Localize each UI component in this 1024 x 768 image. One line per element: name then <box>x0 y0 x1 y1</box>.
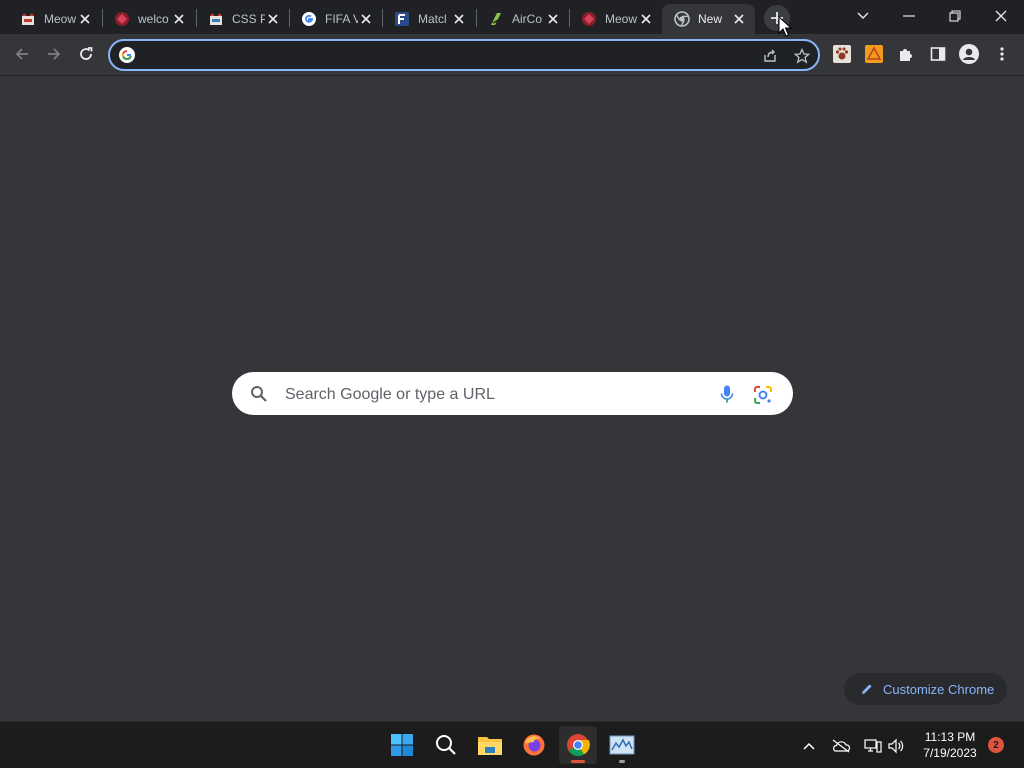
customize-chrome-button[interactable]: Customize Chrome <box>844 673 1007 705</box>
microphone-icon[interactable] <box>717 384 737 404</box>
extension-warning-icon[interactable] <box>864 44 884 64</box>
meow-favicon-icon <box>581 11 597 27</box>
chrome-favicon-icon <box>674 11 690 27</box>
onedrive-offline-icon[interactable] <box>830 735 852 757</box>
pencil-icon <box>860 682 874 696</box>
close-icon[interactable] <box>358 11 374 27</box>
running-app-indicator <box>619 760 625 763</box>
f-favicon-icon <box>394 11 410 27</box>
tab-title: CSS P <box>232 12 265 26</box>
minimize-icon <box>903 15 915 17</box>
chrome-icon[interactable] <box>559 726 597 764</box>
volume-icon[interactable] <box>885 735 907 757</box>
css-favicon-icon <box>208 11 224 27</box>
mouse-pointer-icon <box>778 15 793 38</box>
arrow-right-icon <box>46 46 62 62</box>
close-icon[interactable] <box>265 11 281 27</box>
network-icon[interactable] <box>862 735 884 757</box>
chevron-up-icon[interactable] <box>798 735 820 757</box>
extensions-puzzle-icon[interactable] <box>896 44 916 64</box>
restore-button[interactable] <box>935 2 975 30</box>
tab-title: AirCo <box>512 12 543 26</box>
customize-chrome-label: Customize Chrome <box>883 681 995 697</box>
notification-badge[interactable]: 2 <box>988 737 1004 753</box>
search-icon[interactable] <box>427 726 465 764</box>
taskbar-clock[interactable]: 11:13 PM 7/19/2023 <box>914 729 986 761</box>
close-icon[interactable] <box>731 11 747 27</box>
close-icon[interactable] <box>545 11 561 27</box>
close-icon[interactable] <box>77 11 93 27</box>
tab-title: Meow <box>605 12 638 26</box>
chevron-down-icon <box>857 12 869 20</box>
tab-meow-1[interactable]: Meow <box>8 4 101 34</box>
tab-strip: Meow welco CSS P FIFA V Matcl AirCo Meow… <box>0 0 1024 34</box>
menu-dots-icon[interactable] <box>992 44 1012 64</box>
clock-time: 11:13 PM <box>924 730 976 744</box>
extension-paw-icon[interactable] <box>832 44 852 64</box>
profile-avatar-icon[interactable] <box>959 44 979 64</box>
tab-title: Matcl <box>418 12 447 26</box>
tab-fifa[interactable]: FIFA V <box>289 4 382 34</box>
active-app-indicator <box>571 760 585 763</box>
search-input[interactable] <box>283 382 707 408</box>
tab-title: New <box>698 12 723 26</box>
side-panel-icon[interactable] <box>928 44 948 64</box>
clock-date: 7/19/2023 <box>923 746 977 760</box>
window-close-button[interactable] <box>981 2 1021 30</box>
firefox-icon[interactable] <box>515 726 553 764</box>
tab-title: FIFA V <box>325 12 358 26</box>
bookmark-star-icon[interactable] <box>792 46 812 66</box>
tab-title: Meow <box>44 12 77 26</box>
tab-welcome[interactable]: welco <box>102 4 195 34</box>
file-explorer-icon[interactable] <box>471 726 509 764</box>
taskbar: 11:13 PM 7/19/2023 2 <box>0 721 1024 768</box>
tab-airco[interactable]: AirCo <box>476 4 569 34</box>
close-icon[interactable] <box>171 11 187 27</box>
tab-search-button[interactable] <box>843 2 883 30</box>
google-favicon-icon <box>301 11 317 27</box>
toolbar <box>0 34 1024 76</box>
tab-match[interactable]: Matcl <box>382 4 475 34</box>
tab-meow-2[interactable]: Meow <box>569 4 662 34</box>
forward-button[interactable] <box>40 40 68 68</box>
restore-icon <box>949 10 961 22</box>
address-input[interactable] <box>142 44 746 68</box>
meow-favicon-icon <box>20 11 36 27</box>
address-bar[interactable] <box>108 39 820 71</box>
tab-css[interactable]: CSS P <box>196 4 289 34</box>
reload-icon <box>78 46 94 62</box>
close-icon[interactable] <box>638 11 654 27</box>
back-button[interactable] <box>8 40 36 68</box>
close-icon <box>995 10 1007 22</box>
arrow-left-icon <box>14 46 30 62</box>
close-icon[interactable] <box>451 11 467 27</box>
airco-favicon-icon <box>488 11 504 27</box>
google-lens-icon[interactable] <box>752 384 774 406</box>
reload-button[interactable] <box>72 40 100 68</box>
tab-new-tab[interactable]: New <box>662 4 755 34</box>
task-manager-icon[interactable] <box>603 726 641 764</box>
search-icon <box>250 385 268 403</box>
minimize-button[interactable] <box>889 2 929 30</box>
share-icon[interactable] <box>760 46 780 66</box>
welcome-favicon-icon <box>114 11 130 27</box>
tab-title: welco <box>138 12 169 26</box>
google-search-box[interactable] <box>232 372 793 415</box>
windows-start-icon[interactable] <box>383 726 421 764</box>
google-icon <box>119 47 135 63</box>
